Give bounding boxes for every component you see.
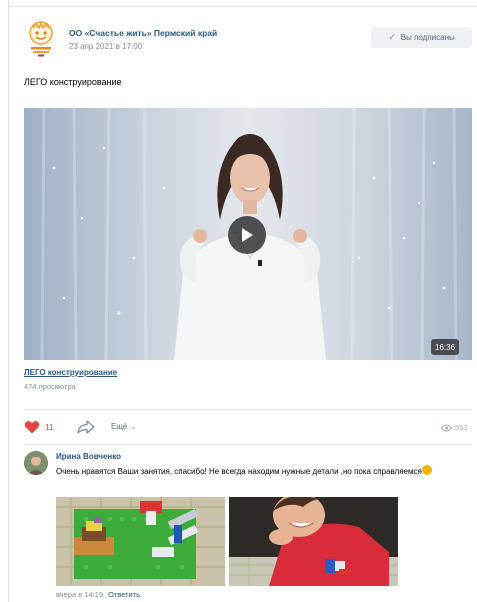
- comment-meta: вчера в 14:19 Ответить: [56, 590, 140, 599]
- views-counter: 553: [441, 423, 468, 432]
- like-button[interactable]: 11: [24, 420, 54, 434]
- eye-icon: [441, 424, 452, 431]
- comment-author-link[interactable]: Ирина Вовченко: [56, 452, 121, 461]
- post-card: ОО «Счастье жить» Пермский край 23 апр 2…: [0, 0, 477, 602]
- left-border: [8, 0, 9, 602]
- more-button[interactable]: Ещё ⌄: [111, 422, 136, 431]
- play-icon: [242, 228, 253, 242]
- reply-link[interactable]: Ответить: [108, 590, 140, 599]
- post-text: ЛЕГО конструирование: [24, 77, 122, 87]
- more-label: Ещё: [111, 422, 128, 431]
- divider: [24, 444, 472, 445]
- post-date[interactable]: 23 апр 2021 в 17:00: [69, 42, 142, 51]
- comment-photo-lego[interactable]: [56, 497, 225, 586]
- play-button[interactable]: [228, 216, 266, 254]
- avatar[interactable]: [24, 451, 48, 475]
- smile-emoji-icon: [421, 465, 432, 475]
- comment-time[interactable]: вчера в 14:19: [56, 590, 103, 599]
- like-count: 11: [45, 422, 54, 432]
- views-count: 553: [455, 423, 468, 432]
- video-duration-badge: 16:36: [431, 339, 460, 355]
- video-title-link[interactable]: ЛЕГО конструирование: [24, 368, 117, 377]
- subscribed-button[interactable]: ✓ Вы подписаны: [371, 27, 472, 48]
- video-views: 474 просмотра: [24, 382, 76, 391]
- share-icon: [77, 420, 95, 434]
- share-button[interactable]: [77, 420, 95, 439]
- comment-text-body: Очень нравятся Ваши занятия, спасибо! Не…: [56, 467, 422, 476]
- chevron-down-icon: ⌄: [130, 423, 137, 431]
- check-icon: ✓: [388, 32, 396, 42]
- comment-text: Очень нравятся Ваши занятия, спасибо! Не…: [56, 465, 468, 477]
- group-name-link[interactable]: ОО «Счастье жить» Пермский край: [69, 28, 217, 38]
- divider: [24, 409, 472, 410]
- subscribed-label: Вы подписаны: [400, 33, 455, 42]
- heart-icon: [24, 421, 40, 434]
- top-border: [8, 6, 477, 7]
- group-logo-icon[interactable]: [24, 20, 58, 58]
- comment-photo-child[interactable]: [229, 497, 398, 586]
